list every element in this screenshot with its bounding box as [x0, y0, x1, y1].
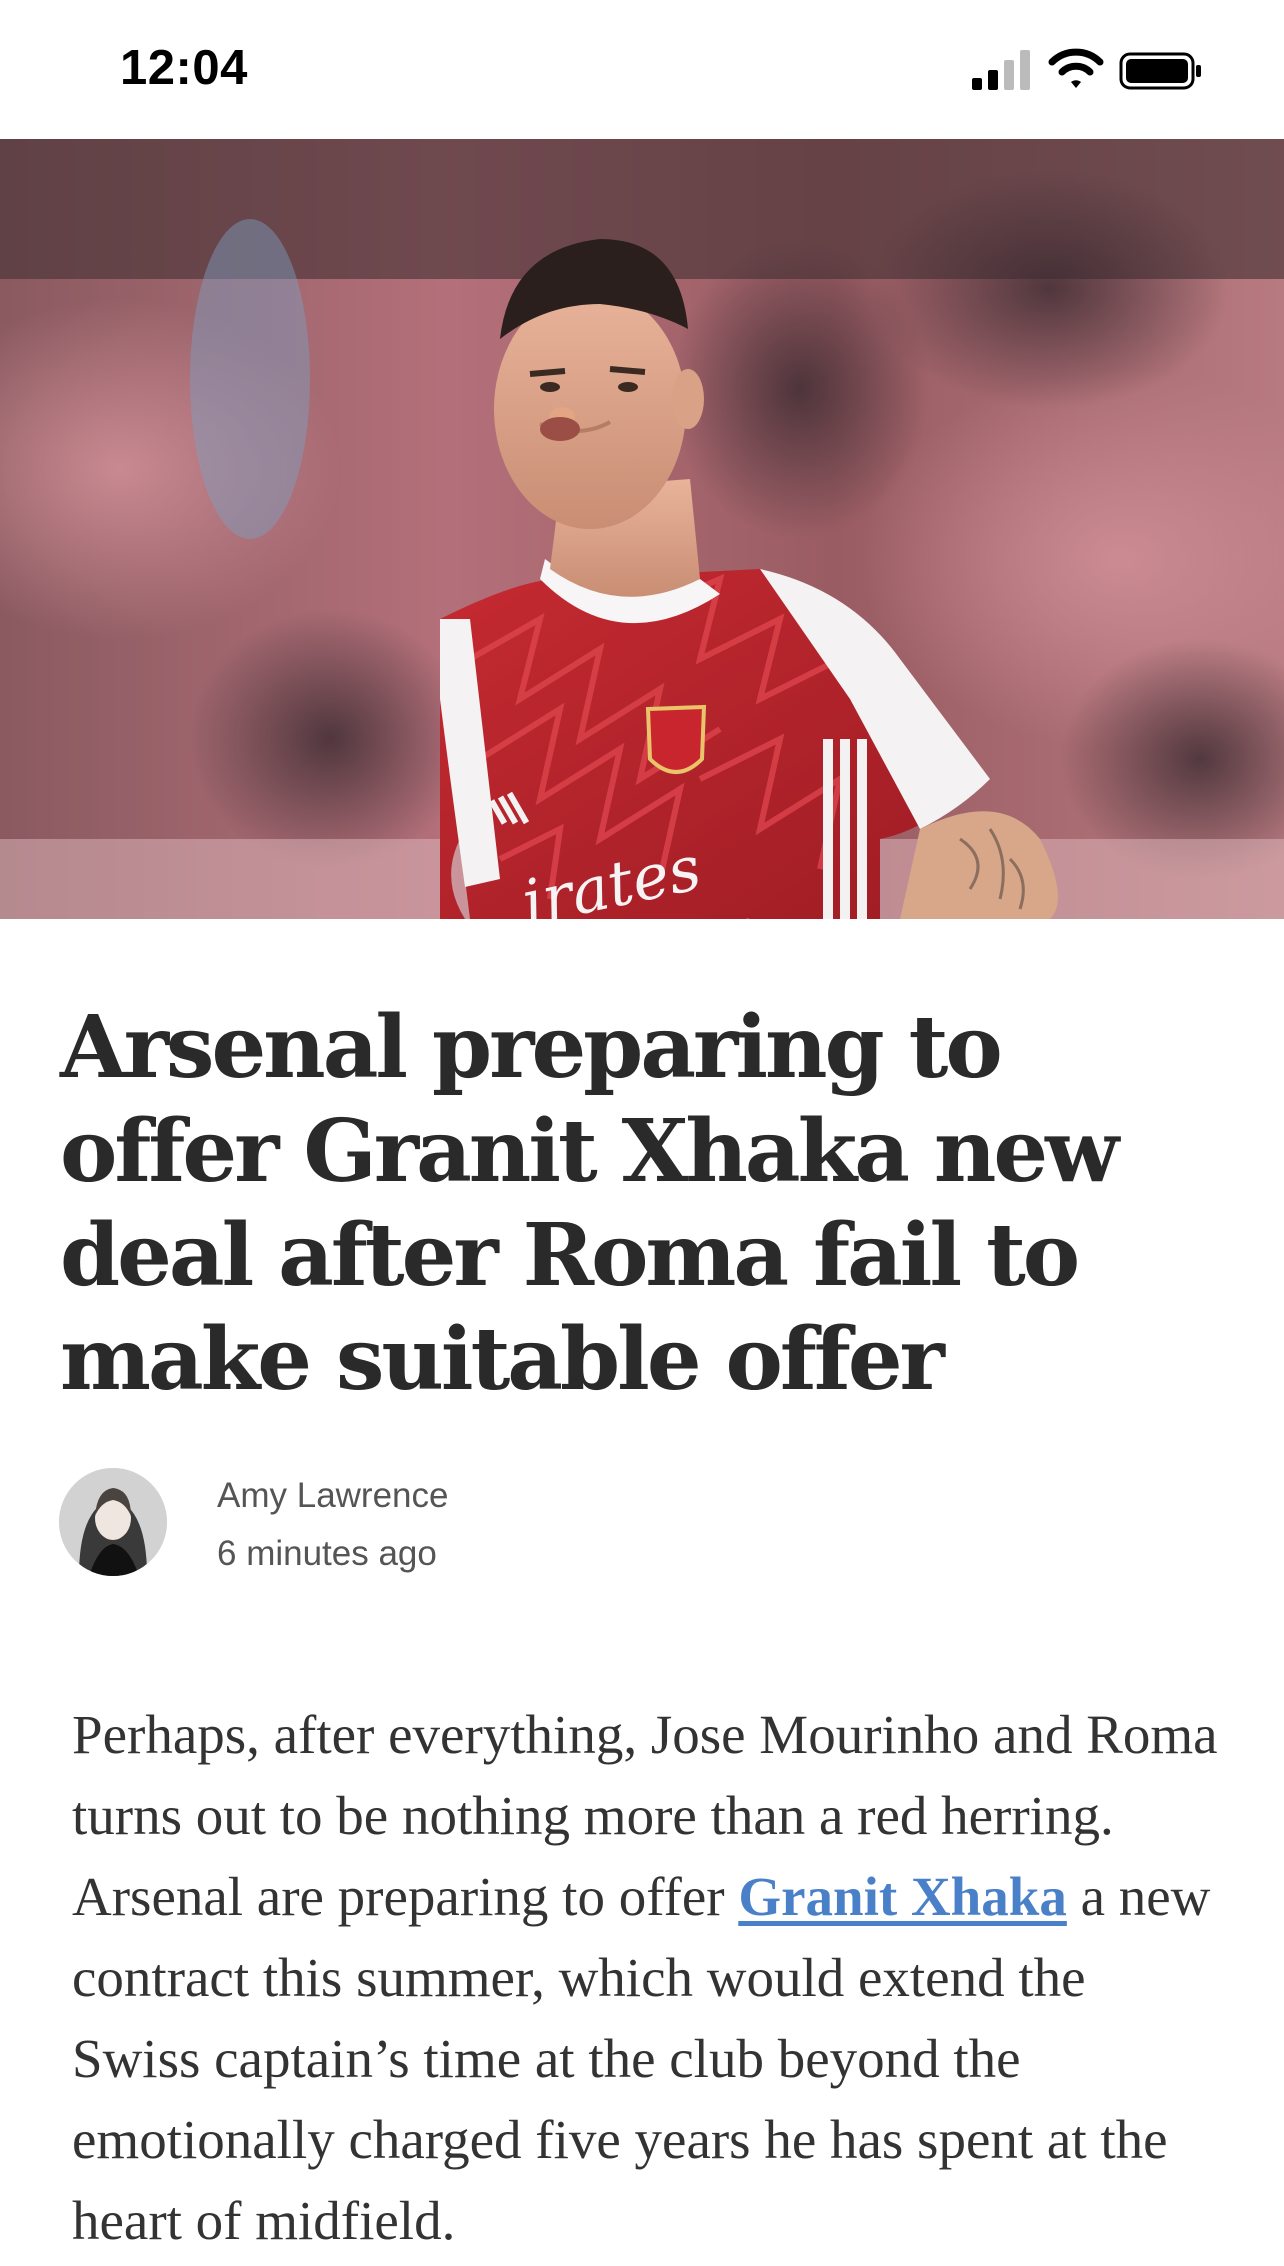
article-headline: Arsenal preparing to offer Granit Xhaka … [60, 997, 1119, 1410]
byline: Amy Lawrence 6 minutes ago [59, 1468, 759, 1578]
player-link[interactable]: Granit Xhaka [738, 1866, 1067, 1927]
status-time: 12:04 [120, 41, 248, 95]
author-avatar[interactable] [59, 1468, 167, 1576]
published-time: 6 minutes ago [217, 1534, 437, 1573]
author-name[interactable]: Amy Lawrence [217, 1476, 448, 1516]
battery-icon [1119, 52, 1201, 90]
hero-image: irates Y BETTER [0, 139, 1284, 919]
status-bar: 12:04 [0, 0, 1284, 139]
signal-icon [972, 50, 1030, 90]
wifi-icon [1048, 48, 1104, 88]
article-paragraph: Perhaps, after everything, Jose Mourinho… [72, 1694, 1222, 2261]
